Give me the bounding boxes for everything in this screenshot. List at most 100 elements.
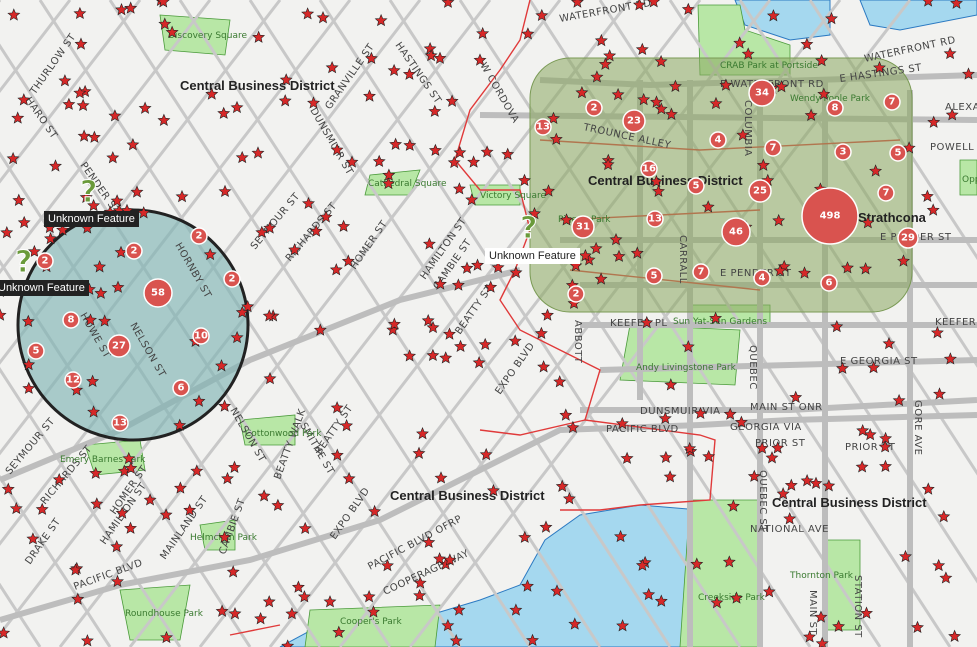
star-marker-icon[interactable] xyxy=(428,104,442,117)
cluster-icon[interactable]: 4 xyxy=(709,131,727,149)
star-marker-icon[interactable] xyxy=(539,520,553,533)
star-marker-icon[interactable] xyxy=(226,565,240,578)
star-marker-icon[interactable] xyxy=(230,100,244,114)
cluster-icon[interactable]: 58 xyxy=(143,278,173,308)
cluster-icon[interactable]: 12 xyxy=(64,371,82,389)
star-marker-icon[interactable] xyxy=(937,510,951,523)
cluster-icon[interactable]: 10 xyxy=(192,327,210,345)
cluster-icon[interactable]: 31 xyxy=(571,215,595,239)
star-marker-icon[interactable] xyxy=(570,0,584,8)
cluster-icon[interactable]: 2 xyxy=(223,270,241,288)
star-marker-icon[interactable] xyxy=(9,501,23,515)
cluster-icon[interactable]: 13 xyxy=(534,118,552,136)
map-canvas[interactable]: Central Business District Central Busine… xyxy=(0,0,977,647)
star-marker-icon[interactable] xyxy=(800,474,814,487)
star-marker-icon[interactable] xyxy=(855,460,869,473)
star-marker-icon[interactable] xyxy=(301,7,315,20)
star-marker-icon[interactable] xyxy=(17,215,31,229)
star-marker-icon[interactable] xyxy=(471,258,485,271)
star-marker-icon[interactable] xyxy=(933,387,946,400)
star-marker-icon[interactable] xyxy=(911,620,924,634)
star-marker-icon[interactable] xyxy=(762,585,776,598)
star-marker-icon[interactable] xyxy=(765,451,779,464)
star-marker-icon[interactable] xyxy=(403,138,417,151)
star-marker-icon[interactable] xyxy=(325,61,339,74)
star-marker-icon[interactable] xyxy=(278,94,292,107)
cluster-icon[interactable]: 498 xyxy=(801,187,859,245)
star-marker-icon[interactable] xyxy=(681,2,695,15)
star-marker-icon[interactable] xyxy=(0,226,14,239)
cluster-icon[interactable]: 27 xyxy=(107,334,131,358)
star-marker-icon[interactable] xyxy=(62,97,76,110)
cluster-icon[interactable]: 5 xyxy=(889,144,907,162)
star-marker-icon[interactable] xyxy=(138,101,152,114)
star-marker-icon[interactable] xyxy=(329,263,343,276)
star-marker-icon[interactable] xyxy=(0,308,7,321)
star-marker-icon[interactable] xyxy=(422,237,436,250)
cluster-icon[interactable]: 2 xyxy=(36,252,54,270)
cluster-icon[interactable]: 7 xyxy=(877,184,895,202)
star-marker-icon[interactable] xyxy=(337,219,351,232)
cluster-icon[interactable]: 16 xyxy=(640,160,658,178)
star-marker-icon[interactable] xyxy=(291,580,305,593)
cluster-icon[interactable]: 25 xyxy=(748,179,772,203)
star-marker-icon[interactable] xyxy=(478,337,492,351)
star-marker-icon[interactable] xyxy=(434,471,448,484)
cluster-icon[interactable]: 2 xyxy=(585,99,603,117)
star-marker-icon[interactable] xyxy=(930,326,944,339)
star-marker-icon[interactable] xyxy=(447,155,461,169)
cluster-icon[interactable]: 3 xyxy=(834,143,852,161)
star-marker-icon[interactable] xyxy=(659,450,673,464)
star-marker-icon[interactable] xyxy=(784,478,798,491)
cluster-icon[interactable]: 8 xyxy=(62,311,80,329)
star-marker-icon[interactable] xyxy=(73,6,87,20)
star-marker-icon[interactable] xyxy=(11,111,25,124)
star-marker-icon[interactable] xyxy=(257,489,271,502)
star-marker-icon[interactable] xyxy=(221,471,234,485)
star-marker-icon[interactable] xyxy=(439,351,453,364)
star-marker-icon[interactable] xyxy=(49,159,62,172)
star-marker-icon[interactable] xyxy=(663,470,677,483)
star-marker-icon[interactable] xyxy=(460,261,474,274)
cluster-icon[interactable]: 6 xyxy=(172,379,190,397)
cluster-icon[interactable]: 7 xyxy=(883,93,901,111)
star-marker-icon[interactable] xyxy=(467,155,481,168)
cluster-icon[interactable]: 7 xyxy=(764,139,782,157)
star-marker-icon[interactable] xyxy=(254,612,268,625)
star-marker-icon[interactable] xyxy=(452,182,466,195)
cluster-icon[interactable]: 7 xyxy=(692,263,710,281)
star-marker-icon[interactable] xyxy=(948,629,962,642)
star-marker-icon[interactable] xyxy=(175,189,189,203)
star-marker-icon[interactable] xyxy=(143,493,157,506)
cluster-icon[interactable]: 29 xyxy=(897,227,919,249)
star-marker-icon[interactable] xyxy=(262,595,276,608)
star-marker-icon[interactable] xyxy=(218,399,232,412)
map-view[interactable]: Central Business District Central Busine… xyxy=(0,0,977,647)
star-marker-icon[interactable] xyxy=(635,42,649,56)
cluster-icon[interactable]: 8 xyxy=(826,99,844,117)
cluster-icon[interactable]: 5 xyxy=(687,177,705,195)
cluster-icon[interactable]: 2 xyxy=(190,227,208,245)
star-marker-icon[interactable] xyxy=(271,498,285,511)
cluster-icon[interactable]: 13 xyxy=(111,414,129,432)
star-marker-icon[interactable] xyxy=(416,427,429,440)
star-marker-icon[interactable] xyxy=(541,308,554,321)
star-marker-icon[interactable] xyxy=(80,634,94,647)
star-marker-icon[interactable] xyxy=(363,89,376,102)
star-marker-icon[interactable] xyxy=(454,339,467,353)
star-marker-icon[interactable] xyxy=(518,530,532,543)
cluster-icon[interactable]: 23 xyxy=(622,109,646,133)
star-marker-icon[interactable] xyxy=(323,595,337,608)
star-marker-icon[interactable] xyxy=(389,137,403,150)
star-marker-icon[interactable] xyxy=(926,203,940,216)
star-marker-icon[interactable] xyxy=(235,150,249,164)
star-marker-icon[interactable] xyxy=(882,336,896,350)
cluster-icon[interactable]: 46 xyxy=(721,217,751,247)
star-marker-icon[interactable] xyxy=(124,521,137,534)
star-marker-icon[interactable] xyxy=(374,13,388,27)
cluster-icon[interactable]: 4 xyxy=(753,269,771,287)
star-marker-icon[interactable] xyxy=(251,146,265,159)
cluster-icon[interactable]: 5 xyxy=(27,342,45,360)
star-marker-icon[interactable] xyxy=(372,154,386,168)
cluster-icon[interactable]: 6 xyxy=(820,274,838,292)
